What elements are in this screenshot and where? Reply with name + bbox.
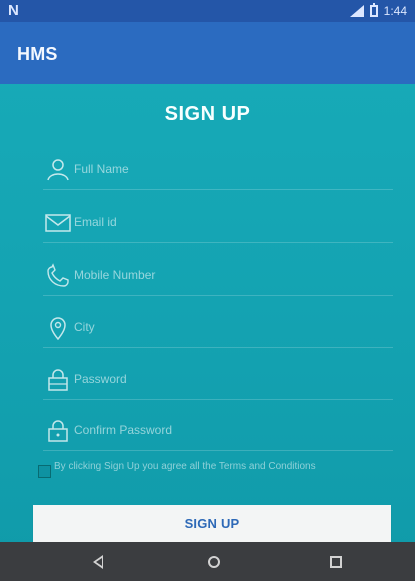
full-name-field-row [43, 151, 393, 190]
terms-checkbox[interactable] [38, 465, 51, 478]
confirm-password-input[interactable] [74, 419, 374, 441]
phone-icon [43, 263, 73, 289]
recents-button[interactable] [325, 553, 347, 571]
android-navigation-bar [0, 542, 415, 581]
back-icon [93, 555, 103, 569]
home-icon [208, 556, 220, 568]
notification-icon: N [8, 2, 19, 19]
email-field-row [43, 204, 393, 243]
email-field[interactable] [74, 211, 374, 233]
lock-icon [43, 367, 73, 393]
app-title: HMS [17, 44, 58, 64]
signup-screen: N 1:44 HMS SIGN UP Full Name Email id Mo… [0, 0, 415, 581]
email-icon [43, 210, 73, 236]
lock-icon [43, 418, 73, 444]
status-time: 1:44 [383, 4, 407, 18]
sign-up-button[interactable]: SIGN UP [33, 505, 391, 542]
city-input[interactable] [74, 316, 374, 338]
mobile-field-row [43, 257, 393, 296]
password-field-row [43, 361, 393, 400]
full-name-input[interactable] [74, 158, 374, 180]
recents-icon [330, 556, 342, 568]
password-input[interactable] [74, 368, 374, 390]
home-button[interactable] [203, 553, 225, 571]
signal-icon [349, 5, 364, 17]
back-button[interactable] [87, 553, 109, 571]
mobile-number-input[interactable] [74, 264, 374, 286]
city-field-row [43, 309, 393, 348]
app-bar: HMS [0, 22, 415, 84]
status-bar: N 1:44 [0, 0, 415, 22]
terms-text: By clicking Sign Up you agree all the Te… [54, 461, 316, 472]
confirm-password-field-row [43, 412, 393, 451]
battery-icon [369, 3, 378, 17]
page-title: SIGN UP [164, 103, 251, 125]
status-icons: 1:44 [349, 3, 407, 19]
person-icon [43, 157, 73, 183]
location-icon [43, 315, 73, 341]
